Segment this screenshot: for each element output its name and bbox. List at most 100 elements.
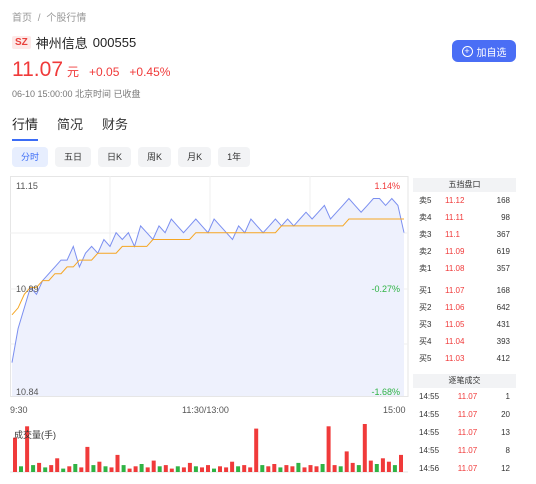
volume-bar — [61, 468, 66, 472]
time-axis-start: 9:30 — [10, 405, 28, 415]
volume-bar — [344, 451, 349, 472]
volume-bar — [31, 465, 36, 472]
volume-bar — [157, 466, 162, 472]
volume-bar — [55, 458, 60, 472]
time-axis-end: 15:00 — [383, 405, 406, 415]
period-5day[interactable]: 五日 — [55, 147, 92, 167]
time-axis-mid: 11:30/13:00 — [182, 405, 229, 415]
volume-bar — [242, 465, 247, 472]
volume-bar — [254, 428, 259, 472]
volume-bar — [290, 466, 295, 472]
period-1year[interactable]: 1年 — [218, 147, 251, 167]
ask-row: 卖4 11.11 98 — [419, 213, 510, 222]
price-axis-top: 11.15 — [16, 181, 38, 191]
volume-bar — [392, 465, 397, 472]
volume-bar — [218, 466, 222, 472]
pct-axis-top: 1.14% — [374, 181, 400, 191]
volume-bar — [49, 465, 54, 472]
tab-finance[interactable]: 财务 — [102, 114, 128, 141]
add-watchlist-label: 加自选 — [476, 47, 507, 59]
bid-row: 买3 11.05 431 — [419, 320, 510, 329]
trade-row: 14:55 11.07 20 — [419, 410, 510, 419]
volume-bar — [193, 466, 198, 472]
volume-bar — [356, 465, 361, 472]
tab-profile[interactable]: 简况 — [57, 114, 83, 141]
volume-bar — [399, 454, 403, 472]
ask-row: 卖2 11.09 619 — [419, 247, 510, 256]
trade-row: 14:55 11.07 8 — [419, 446, 510, 455]
volume-bar — [175, 466, 180, 472]
trade-ticker-header: 逐笔成交 — [413, 374, 516, 388]
pct-axis-bottom: -1.68% — [371, 387, 400, 397]
volume-bar — [284, 465, 289, 472]
order-book: 五挡盘口 卖5 11.12 168 卖4 11.11 98 卖3 11.1 367 卖2 11… — [413, 178, 516, 367]
volume-bar — [338, 466, 343, 472]
volume-bar — [320, 464, 325, 472]
volume-bar — [37, 462, 42, 472]
volume-bar — [163, 465, 168, 472]
bid-row: 买2 11.06 642 — [419, 303, 510, 312]
stock-code: 000555 — [92, 35, 137, 50]
volume-bar — [278, 467, 283, 472]
ask-row: 卖1 11.08 357 — [419, 264, 510, 273]
volume-bar — [266, 466, 271, 472]
breadcrumb-separator: / — [37, 13, 41, 24]
breadcrumb-home[interactable]: 首页 — [12, 13, 32, 24]
trade-row: 14:55 11.07 13 — [419, 428, 510, 437]
tab-quote[interactable]: 行情 — [12, 114, 39, 141]
volume-bar — [236, 466, 241, 472]
breadcrumb-current: 个股行情 — [46, 13, 87, 24]
period-intraday[interactable]: 分时 — [12, 147, 49, 167]
volume-bar — [224, 467, 229, 472]
main-tabs: 行情 简况 财务 — [12, 114, 147, 141]
volume-bar — [133, 466, 138, 472]
volume-bar — [308, 465, 313, 472]
trade-ticker: 逐笔成交 14:55 11.07 1 14:55 11.07 20 14:55 11.07… — [413, 374, 516, 478]
volume-bar — [326, 426, 331, 472]
volume-bar — [79, 467, 84, 472]
volume-bar — [13, 437, 17, 472]
volume-bar — [67, 466, 72, 472]
volume-bar — [145, 467, 150, 472]
volume-label: 成交量(手) — [14, 430, 56, 440]
volume-bar — [85, 446, 90, 472]
volume-bar — [115, 454, 120, 472]
volume-bar — [296, 462, 301, 472]
period-daily[interactable]: 日K — [98, 147, 132, 167]
stock-title: SZ 神州信息 000555 — [12, 33, 136, 52]
volume-bar — [272, 464, 277, 472]
ask-row: 卖5 11.12 168 — [419, 196, 510, 205]
volume-bar — [181, 467, 186, 472]
price-row: 11.07 元 +0.05 +0.45% — [12, 58, 180, 82]
price-axis-mid: 10.99 — [16, 284, 39, 294]
volume-bar — [374, 464, 379, 472]
volume-bar — [187, 462, 192, 472]
intraday-chart[interactable]: 11.15 10.99 10.84 1.14% -0.27% -1.68% 9:… — [10, 176, 410, 476]
volume-bar — [380, 458, 385, 472]
ask-row: 卖3 11.1 367 — [419, 230, 510, 239]
price-unit: 元 — [67, 65, 80, 79]
period-weekly[interactable]: 周K — [138, 147, 172, 167]
volume-bar — [103, 466, 108, 472]
volume-bar — [97, 461, 102, 472]
volume-bar — [139, 464, 144, 472]
volume-bar — [151, 460, 156, 472]
bid-row: 买5 11.03 412 — [419, 354, 510, 363]
volume-bar — [19, 466, 23, 472]
volume-bar — [121, 465, 126, 472]
quote-time: 06-10 15:00:00 北京时间 已收盘 — [12, 89, 141, 99]
last-price: 11.07 — [12, 58, 63, 81]
volume-bar — [169, 468, 174, 472]
add-watchlist-button[interactable]: + 加自选 — [452, 40, 516, 62]
plus-circle-icon: + — [461, 45, 473, 57]
breadcrumb: 首页 / 个股行情 — [12, 9, 89, 24]
period-monthly[interactable]: 月K — [178, 147, 212, 167]
volume-bar — [248, 467, 253, 472]
price-change-pct: +0.45% — [129, 65, 171, 79]
volume-bar — [206, 465, 210, 472]
price-axis-bottom: 10.84 — [16, 387, 39, 397]
volume-bar — [314, 466, 319, 472]
stock-name: 神州信息 — [35, 36, 88, 51]
market-badge: SZ — [12, 36, 31, 49]
volume-bar — [362, 424, 367, 472]
